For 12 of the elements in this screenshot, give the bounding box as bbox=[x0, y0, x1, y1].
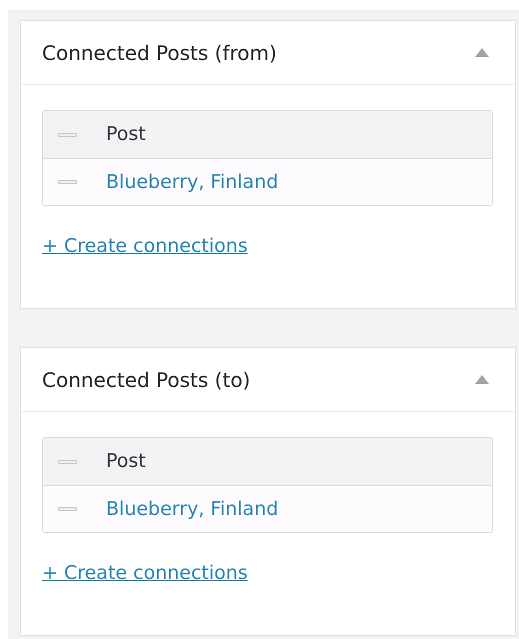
collapse-toggle-icon[interactable] bbox=[475, 48, 489, 57]
drag-handle-icon bbox=[58, 132, 77, 136]
create-connections-link[interactable]: + Create connections bbox=[42, 232, 248, 260]
panel-title: Connected Posts (to) bbox=[42, 366, 250, 394]
column-header: Post bbox=[106, 122, 146, 148]
drag-handle-icon[interactable] bbox=[58, 180, 77, 184]
collapse-toggle-icon[interactable] bbox=[475, 375, 489, 384]
panel-title: Connected Posts (from) bbox=[42, 40, 277, 66]
drag-handle-icon[interactable] bbox=[58, 507, 77, 511]
drag-handle-icon bbox=[58, 460, 77, 464]
create-connections-link[interactable]: + Create connections bbox=[42, 559, 248, 588]
column-header: Post bbox=[106, 449, 146, 474]
